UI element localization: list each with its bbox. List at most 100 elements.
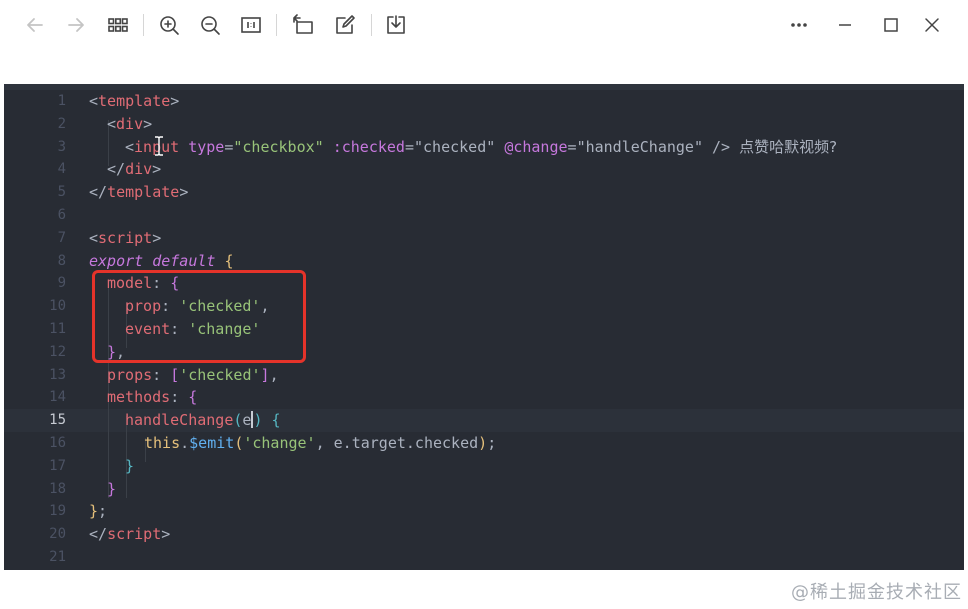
brace: }: [107, 479, 117, 498]
line-number: 17: [49, 457, 66, 474]
paren: (: [234, 434, 244, 452]
semicolon: ;: [487, 434, 497, 452]
minimize-icon[interactable]: [830, 10, 860, 40]
zoom-out-icon[interactable]: [195, 10, 225, 40]
code-line: export default {: [89, 250, 234, 273]
text-cursor-icon: [155, 136, 163, 156]
line-number: 18: [49, 480, 66, 497]
line-number: 21: [49, 549, 66, 565]
code-line: this.$emit('change', e.target.checked);: [144, 432, 496, 455]
download-icon[interactable]: [381, 10, 411, 40]
brace: }: [89, 502, 99, 521]
code-line: </script>: [89, 523, 170, 546]
tag-open: <: [107, 114, 117, 133]
code-line: <script>: [89, 227, 161, 250]
line-number: 6: [57, 207, 66, 223]
edit-icon[interactable]: [330, 10, 360, 40]
tag-name: template: [107, 183, 180, 202]
bottom-margin: @稀土掘金技术社区: [0, 570, 968, 609]
close-icon[interactable]: [917, 10, 947, 40]
actual-size-icon[interactable]: [236, 10, 266, 40]
viewer-toolbar: [0, 0, 968, 50]
code-line: }: [107, 478, 116, 501]
more-options-icon[interactable]: [784, 10, 814, 40]
text-node: 点赞哈默视频?: [739, 137, 838, 156]
attr-eq: =: [567, 137, 577, 156]
tag-name: script: [98, 228, 153, 247]
line-number: 10: [49, 298, 66, 315]
bracket: ]: [260, 365, 270, 384]
tag-close: >: [179, 183, 189, 202]
line-number-active: 15: [49, 412, 66, 429]
bracket: [: [170, 365, 180, 384]
tag-open: <: [89, 228, 99, 247]
code-line: props: ['checked'],: [107, 364, 279, 387]
code-line: };: [89, 500, 107, 523]
tag-name: template: [98, 92, 171, 110]
line-number: 20: [49, 526, 66, 543]
tag-open: </: [107, 160, 126, 179]
line-number: 11: [49, 321, 66, 337]
code-line: </div>: [107, 158, 161, 181]
code-line-active: handleChange(e) {: [125, 409, 281, 432]
line-number: 4: [57, 161, 66, 178]
tag-open: <: [89, 92, 99, 110]
line-number: 3: [57, 138, 66, 155]
line-number: 12: [49, 343, 66, 360]
highlight-box: [92, 270, 306, 363]
tag-close: >: [170, 92, 180, 110]
toolbar-separator: [371, 14, 372, 36]
keyword: default: [152, 251, 216, 270]
object-key: props: [107, 365, 153, 384]
function-name: handleChange: [125, 411, 234, 430]
brace: {: [224, 251, 234, 270]
semicolon: ;: [98, 502, 108, 521]
maximize-icon[interactable]: [876, 10, 906, 40]
method-call: $emit: [189, 434, 235, 452]
line-number: 8: [57, 252, 66, 269]
string-value: 'checked': [179, 365, 261, 384]
watermark: @稀土掘金技术社区: [791, 582, 962, 603]
brace: {: [271, 411, 281, 430]
zoom-in-icon[interactable]: [154, 10, 184, 40]
tag-open: </: [89, 183, 108, 202]
line-number: 13: [49, 366, 66, 383]
line-number: 9: [57, 275, 66, 292]
tag-name: script: [107, 525, 162, 544]
attr-name: type: [188, 137, 225, 156]
keyword: export: [89, 251, 144, 270]
parameter: e: [242, 411, 252, 430]
string-value: 'change': [243, 434, 316, 452]
paren: ): [478, 434, 488, 452]
line-number: 16: [49, 435, 66, 451]
grid-view-icon[interactable]: [103, 10, 133, 40]
comma: ,: [269, 365, 279, 384]
code-line: <input type="checkbox" :checked="checked…: [125, 136, 837, 159]
line-number: 14: [49, 389, 66, 406]
toolbar-separator: [143, 14, 144, 36]
back-arrow-icon[interactable]: [20, 10, 50, 40]
rotate-icon[interactable]: [288, 10, 318, 40]
tag-name: div: [125, 160, 153, 179]
self-close: />: [712, 137, 731, 156]
attr-name: :checked: [332, 137, 405, 156]
line-number: 1: [57, 93, 66, 109]
code-editor: 1 2 3 4 5 6 7 8 9 10 11 12 13 14 15 16 1…: [4, 84, 964, 570]
line-number: 2: [57, 115, 66, 132]
code-line: <template>: [89, 90, 179, 113]
code-line: </template>: [89, 181, 188, 204]
code-line: }: [125, 455, 134, 478]
attr-value: "checked": [414, 137, 496, 156]
code-line: methods: {: [107, 386, 197, 409]
tag-close: >: [152, 160, 162, 179]
line-number: 19: [49, 503, 66, 520]
toolbar-separator: [276, 14, 277, 36]
brace: }: [125, 456, 135, 475]
colon: :: [170, 388, 180, 407]
attr-eq: =: [404, 137, 414, 156]
tag-close: >: [152, 228, 162, 247]
forward-arrow-icon[interactable]: [61, 10, 91, 40]
code-line: <div>: [107, 113, 152, 136]
tag-close: >: [161, 525, 171, 544]
this-keyword: this: [144, 434, 181, 452]
